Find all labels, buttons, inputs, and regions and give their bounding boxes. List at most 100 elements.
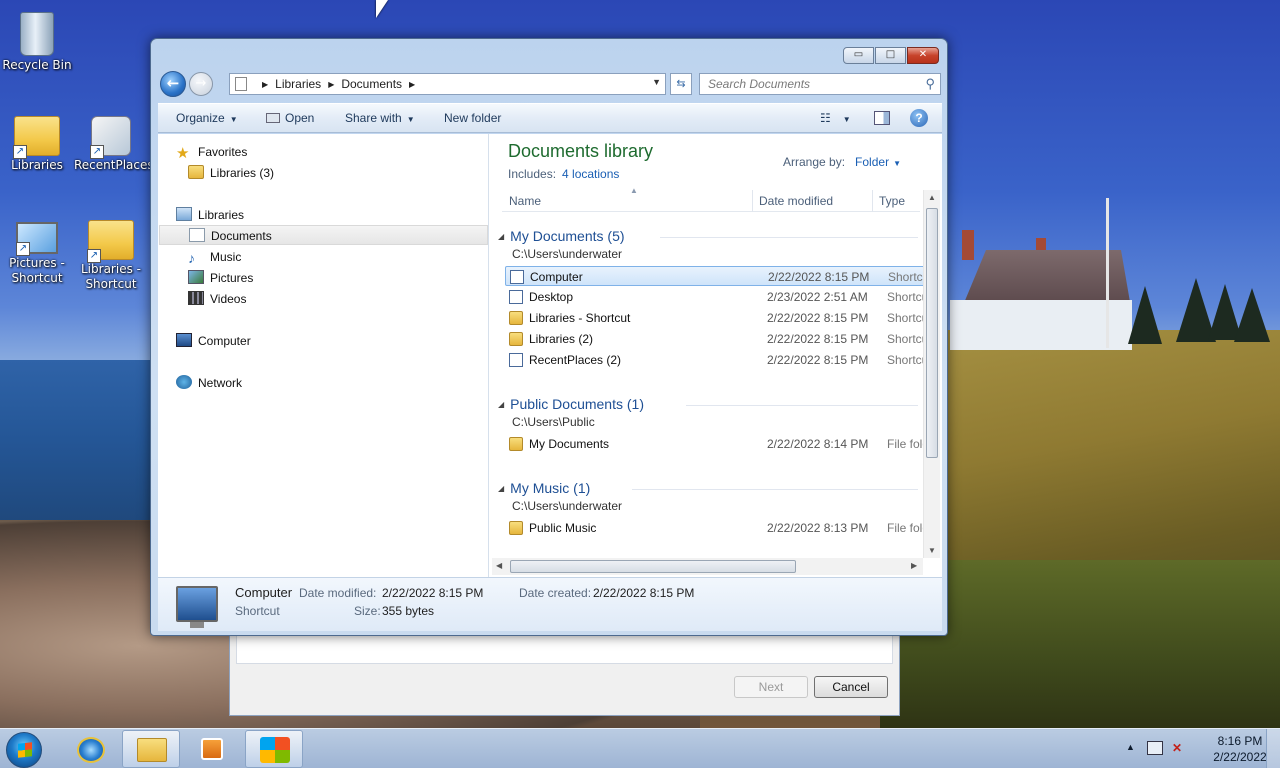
share-with-button[interactable]: Share with ▼	[345, 111, 415, 125]
nav-item-favorites[interactable]: ★ Favorites	[176, 142, 247, 162]
nav-item-pictures[interactable]: Pictures	[188, 268, 253, 288]
collapse-triangle-icon[interactable]: ◢	[498, 484, 504, 493]
vertical-scrollbar[interactable]: ▲ ▼	[923, 190, 940, 558]
pictures-icon	[188, 270, 204, 284]
forward-button[interactable]: →	[189, 72, 213, 96]
locations-link[interactable]: 4 locations	[562, 167, 619, 181]
breadcrumb-separator-icon[interactable]: ▶	[262, 80, 268, 89]
star-icon: ★	[176, 145, 190, 162]
file-row[interactable]: Libraries - Shortcut 2/22/2022 8:15 PM S…	[505, 308, 925, 328]
column-type[interactable]: Type	[879, 194, 905, 208]
nav-item-favorites-libraries[interactable]: Libraries (3)	[188, 163, 274, 183]
help-button[interactable]: ?	[910, 109, 928, 127]
details-size: 355 bytes	[382, 604, 435, 618]
refresh-icon: ⇆	[676, 77, 686, 90]
desktop-icon-libraries-shortcut[interactable]: ↗ Libraries - Shortcut	[74, 214, 148, 292]
column-date-modified[interactable]: Date modified	[759, 194, 833, 208]
arrange-by-label: Arrange by:	[783, 155, 846, 169]
scroll-right-icon[interactable]: ▶	[911, 561, 917, 570]
nav-item-documents[interactable]: Documents	[159, 225, 488, 245]
scroll-down-icon[interactable]: ▼	[928, 546, 936, 555]
file-date: 2/22/2022 8:15 PM	[768, 270, 870, 284]
breadcrumb-separator-icon[interactable]: ▶	[328, 80, 334, 89]
horizontal-scroll-thumb[interactable]	[510, 560, 796, 573]
libraries-shortcut-icon: ↗	[87, 220, 134, 263]
new-folder-button[interactable]: New folder	[444, 111, 501, 125]
details-kind: Shortcut	[235, 604, 280, 618]
chevron-down-icon[interactable]: ▼	[893, 159, 901, 168]
search-icon[interactable]: ⚲	[925, 74, 935, 94]
group-divider	[632, 489, 918, 490]
search-input[interactable]: Search Documents ⚲	[699, 73, 941, 95]
nav-item-network[interactable]: Network	[176, 373, 242, 393]
start-button[interactable]	[6, 732, 42, 768]
file-row[interactable]: Libraries (2) 2/22/2022 8:15 PM Shortcut	[505, 329, 925, 349]
wizard-dialog: Next Cancel	[229, 634, 900, 716]
desktop-icon-recycle-bin[interactable]: Recycle Bin	[0, 8, 74, 73]
address-dropdown-icon[interactable]: ▼	[652, 77, 661, 87]
show-desktop-button[interactable]	[1266, 729, 1280, 768]
taskbar-media-player[interactable]	[183, 730, 241, 768]
nav-item-libraries[interactable]: Libraries	[176, 205, 244, 225]
desktop-icon-recentplaces[interactable]: ↗ RecentPlaces	[74, 110, 154, 173]
group-header-public-documents[interactable]: ◢ Public Documents (1)	[498, 396, 644, 412]
nav-item-label: Computer	[198, 334, 251, 348]
file-date: 2/22/2022 8:15 PM	[767, 311, 869, 325]
file-row[interactable]: My Documents 2/22/2022 8:14 PM File fold…	[505, 434, 925, 454]
maximize-button[interactable]: □	[875, 47, 906, 64]
file-date: 2/23/2022 2:51 AM	[767, 290, 868, 304]
file-type: Shortcut	[887, 332, 923, 346]
collapse-triangle-icon[interactable]: ◢	[498, 400, 504, 409]
open-button[interactable]: Open	[266, 111, 314, 125]
column-name[interactable]: Name	[509, 194, 541, 208]
network-icon[interactable]	[1147, 741, 1163, 755]
address-bar[interactable]: ▶ Libraries ▶ Documents ▶ ▼	[229, 73, 666, 95]
taskbar-windows-explorer[interactable]	[122, 730, 180, 768]
taskbar-wizard[interactable]	[245, 730, 303, 768]
next-button[interactable]: Next	[734, 676, 808, 698]
scroll-left-icon[interactable]: ◀	[496, 561, 502, 570]
nav-item-music[interactable]: ♪ Music	[188, 247, 241, 267]
change-view-button[interactable]: ☷ ▼	[820, 111, 851, 125]
desktop-icon-libraries[interactable]: ↗ Libraries	[0, 110, 74, 173]
nav-item-videos[interactable]: Videos	[188, 289, 246, 309]
arrange-by-dropdown[interactable]: Folder	[855, 155, 889, 169]
close-button[interactable]: ✕	[907, 47, 939, 64]
back-arrow-icon: ←	[166, 74, 180, 92]
command-bar: Organize ▼ Open Share with ▼ New folder ☷ ▼…	[158, 103, 942, 133]
libraries-icon	[176, 207, 192, 221]
file-row[interactable]: Desktop 2/23/2022 2:51 AM Shortcut	[505, 287, 925, 307]
column-divider[interactable]	[872, 190, 873, 212]
back-button[interactable]: ←	[160, 71, 186, 97]
minimize-button[interactable]: ▭	[843, 47, 874, 64]
vertical-scroll-thumb[interactable]	[926, 208, 938, 458]
media-player-icon	[201, 738, 223, 760]
file-row[interactable]: Computer 2/22/2022 8:15 PM Shortcut	[505, 266, 925, 286]
refresh-button[interactable]: ⇆	[670, 73, 692, 95]
preview-pane-button[interactable]	[874, 111, 890, 125]
desktop-icon-pictures-shortcut[interactable]: ↗ Pictures - Shortcut	[0, 214, 74, 286]
volume-muted-icon[interactable]: ✕	[1172, 741, 1186, 755]
folder-icon	[509, 521, 523, 535]
scroll-up-icon[interactable]: ▲	[928, 193, 936, 202]
collapse-triangle-icon[interactable]: ◢	[498, 232, 504, 241]
nav-item-computer[interactable]: Computer	[176, 331, 251, 351]
organize-button[interactable]: Organize ▼	[176, 111, 238, 125]
show-hidden-icons-icon[interactable]: ▲	[1126, 742, 1135, 752]
shortcut-icon	[510, 270, 524, 284]
details-pane: Computer Shortcut Date modified: 2/22/20…	[158, 577, 942, 631]
breadcrumb-separator-icon[interactable]: ▶	[409, 80, 415, 89]
group-header-my-music[interactable]: ◢ My Music (1)	[498, 480, 590, 496]
nav-item-label: Favorites	[198, 145, 248, 159]
column-divider[interactable]	[752, 190, 753, 212]
taskbar-internet-explorer[interactable]	[62, 730, 120, 768]
file-row[interactable]: Public Music 2/22/2022 8:13 PM File fold…	[505, 518, 925, 538]
breadcrumb-libraries[interactable]: Libraries	[275, 77, 321, 91]
group-header-my-documents[interactable]: ◢ My Documents (5)	[498, 228, 625, 244]
folder-icon	[509, 437, 523, 451]
cancel-button[interactable]: Cancel	[814, 676, 888, 698]
breadcrumb-documents[interactable]: Documents	[341, 77, 402, 91]
horizontal-scrollbar[interactable]: ◀ ▶	[492, 558, 923, 575]
chevron-down-icon: ▼	[406, 115, 415, 124]
file-row[interactable]: RecentPlaces (2) 2/22/2022 8:15 PM Short…	[505, 350, 925, 370]
